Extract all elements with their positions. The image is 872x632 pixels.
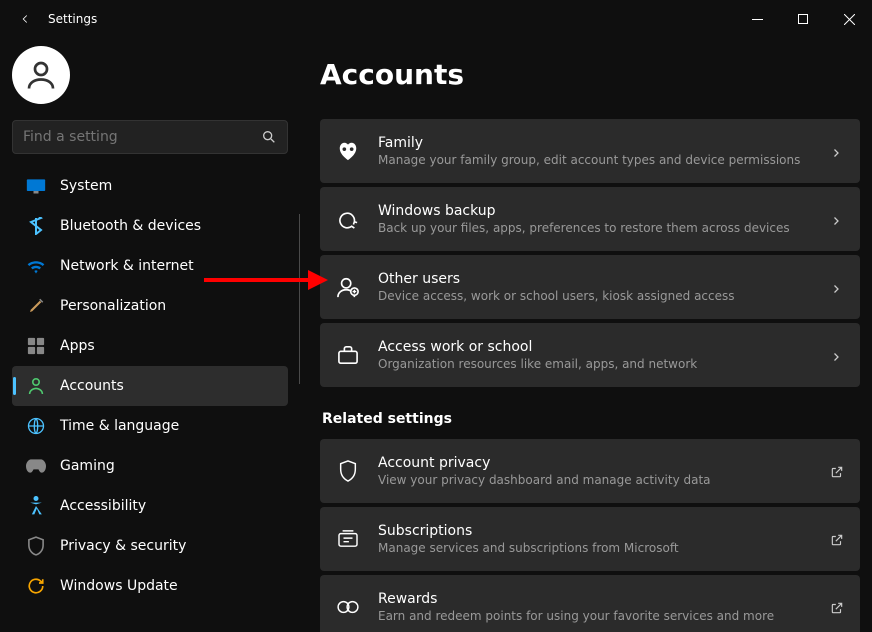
- nav-list: System Bluetooth & devices Network & int…: [8, 166, 292, 606]
- card-title: Rewards: [378, 591, 830, 607]
- card-subtitle: Manage your family group, edit account t…: [378, 153, 830, 167]
- minimize-button[interactable]: [734, 3, 780, 35]
- open-external-icon: [830, 600, 844, 614]
- privacy-shield-icon: [336, 459, 360, 483]
- card-account-privacy[interactable]: Account privacy View your privacy dashbo…: [320, 439, 860, 503]
- card-subtitle: Earn and redeem points for using your fa…: [378, 609, 830, 623]
- divider: [299, 214, 300, 384]
- search-input[interactable]: [12, 120, 288, 154]
- sidebar-item-gaming[interactable]: Gaming: [12, 446, 288, 486]
- sidebar-item-label: System: [60, 178, 112, 194]
- chevron-right-icon: [830, 212, 844, 226]
- sidebar-item-privacy[interactable]: Privacy & security: [12, 526, 288, 566]
- gamepad-icon: [26, 456, 46, 476]
- card-title: Subscriptions: [378, 523, 830, 539]
- card-rewards[interactable]: Rewards Earn and redeem points for using…: [320, 575, 860, 632]
- sidebar-item-time[interactable]: Time & language: [12, 406, 288, 446]
- wifi-icon: [26, 256, 46, 276]
- avatar[interactable]: [12, 46, 70, 104]
- sidebar-item-personalization[interactable]: Personalization: [12, 286, 288, 326]
- open-external-icon: [830, 464, 844, 478]
- backup-icon: [336, 207, 360, 231]
- sidebar-item-label: Network & internet: [60, 258, 194, 274]
- window-title: Settings: [48, 12, 97, 26]
- sidebar-item-update[interactable]: Windows Update: [12, 566, 288, 606]
- main-panel: Accounts Family Manage your family group…: [300, 38, 872, 632]
- card-title: Access work or school: [378, 339, 830, 355]
- window-controls: [734, 3, 872, 35]
- globe-icon: [26, 416, 46, 436]
- sidebar-item-network[interactable]: Network & internet: [12, 246, 288, 286]
- card-title: Account privacy: [378, 455, 830, 471]
- rewards-icon: [336, 595, 360, 619]
- sidebar-item-label: Apps: [60, 338, 95, 354]
- card-subtitle: Device access, work or school users, kio…: [378, 289, 830, 303]
- sidebar-item-bluetooth[interactable]: Bluetooth & devices: [12, 206, 288, 246]
- search-field[interactable]: [23, 129, 261, 145]
- chevron-right-icon: [830, 144, 844, 158]
- sidebar-item-accessibility[interactable]: Accessibility: [12, 486, 288, 526]
- card-work-school[interactable]: Access work or school Organization resou…: [320, 323, 860, 387]
- sidebar-item-label: Accessibility: [60, 498, 146, 514]
- update-icon: [26, 576, 46, 596]
- card-title: Windows backup: [378, 203, 830, 219]
- chevron-right-icon: [830, 280, 844, 294]
- card-title: Family: [378, 135, 830, 151]
- system-icon: [26, 176, 46, 196]
- card-other-users[interactable]: Other users Device access, work or schoo…: [320, 255, 860, 319]
- open-external-icon: [830, 532, 844, 546]
- sidebar: System Bluetooth & devices Network & int…: [0, 38, 300, 632]
- sidebar-item-accounts[interactable]: Accounts: [12, 366, 288, 406]
- subscriptions-icon: [336, 527, 360, 551]
- page-title: Accounts: [320, 58, 860, 91]
- sidebar-item-apps[interactable]: Apps: [12, 326, 288, 366]
- accessibility-icon: [26, 496, 46, 516]
- card-windows-backup[interactable]: Windows backup Back up your files, apps,…: [320, 187, 860, 251]
- bluetooth-icon: [26, 216, 46, 236]
- card-family[interactable]: Family Manage your family group, edit ac…: [320, 119, 860, 183]
- card-subtitle: Back up your files, apps, preferences to…: [378, 221, 830, 235]
- sidebar-item-label: Gaming: [60, 458, 115, 474]
- card-title: Other users: [378, 271, 830, 287]
- family-icon: [336, 139, 360, 163]
- briefcase-icon: [336, 343, 360, 367]
- card-subtitle: Manage services and subscriptions from M…: [378, 541, 830, 555]
- sidebar-item-label: Windows Update: [60, 578, 178, 594]
- search-icon: [261, 129, 277, 145]
- sidebar-item-label: Time & language: [60, 418, 179, 434]
- sidebar-item-label: Accounts: [60, 378, 124, 394]
- chevron-right-icon: [830, 348, 844, 362]
- close-button[interactable]: [826, 3, 872, 35]
- sidebar-item-system[interactable]: System: [12, 166, 288, 206]
- apps-icon: [26, 336, 46, 356]
- sidebar-item-label: Privacy & security: [60, 538, 186, 554]
- titlebar: Settings: [0, 0, 872, 38]
- sidebar-item-label: Personalization: [60, 298, 166, 314]
- sidebar-item-label: Bluetooth & devices: [60, 218, 201, 234]
- card-subscriptions[interactable]: Subscriptions Manage services and subscr…: [320, 507, 860, 571]
- paintbrush-icon: [26, 296, 46, 316]
- maximize-button[interactable]: [780, 3, 826, 35]
- back-button[interactable]: [12, 6, 38, 32]
- card-subtitle: View your privacy dashboard and manage a…: [378, 473, 830, 487]
- related-settings-heading: Related settings: [322, 411, 860, 427]
- shield-icon: [26, 536, 46, 556]
- card-subtitle: Organization resources like email, apps,…: [378, 357, 830, 371]
- other-users-icon: [336, 275, 360, 299]
- person-icon: [26, 376, 46, 396]
